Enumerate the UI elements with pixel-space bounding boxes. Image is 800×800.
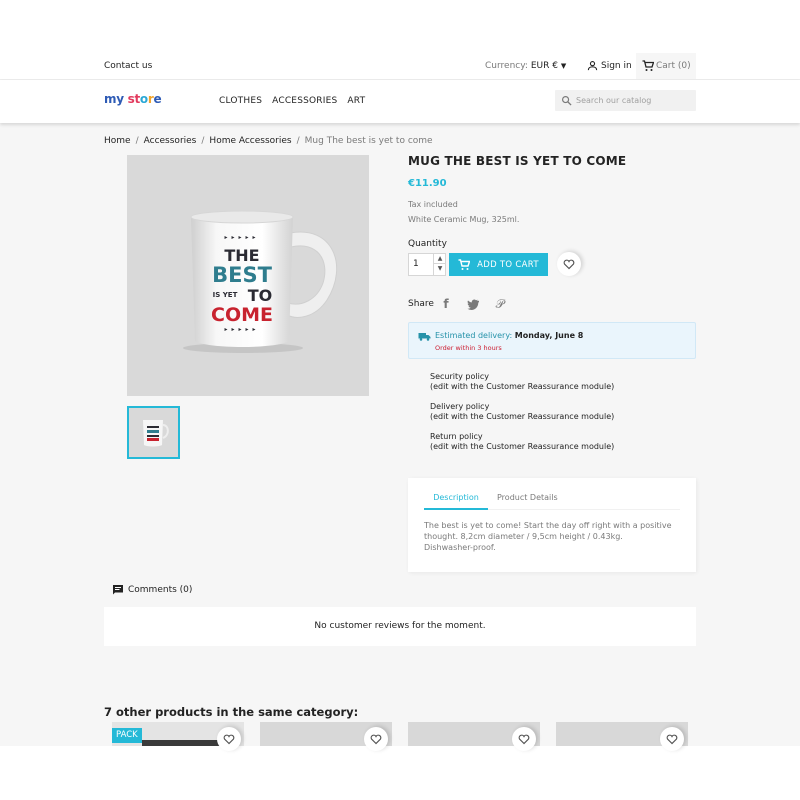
pinterest-share-button[interactable]: 𝒫	[489, 293, 511, 315]
share-label: Share	[408, 299, 434, 309]
cart-link[interactable]: Cart (0)	[636, 53, 696, 79]
tab-description[interactable]: Description	[424, 493, 488, 510]
mug-illustration: ▸▸▸▸▸ THE BEST IS YET TO COME ▸▸▸▸▸	[183, 210, 338, 353]
currency-label: Currency:	[485, 61, 528, 71]
reassurance-security-sub: (edit with the Customer Reassurance modu…	[430, 382, 615, 391]
wishlist-button[interactable]	[217, 727, 241, 751]
caret-down-icon: ▼	[560, 62, 567, 70]
quantity-arrows: ▲ ▼	[433, 254, 446, 275]
chevron-up-icon[interactable]: ▲	[434, 254, 446, 264]
product-price: €11.90	[408, 178, 447, 189]
mug-text-is-yet: IS YET	[213, 291, 238, 299]
product-tabs: Description Product Details The best is …	[408, 478, 696, 572]
delivery-date: Monday, June 8	[514, 331, 584, 340]
shopping-cart-icon	[642, 60, 654, 71]
mug-text-best: BEST	[212, 263, 272, 287]
mug-text-to: TO	[248, 286, 273, 305]
svg-text:▸▸▸▸▸: ▸▸▸▸▸	[224, 234, 259, 241]
breadcrumb-home[interactable]: Home	[104, 136, 131, 146]
mug-thumbnail-icon	[143, 420, 169, 447]
pinterest-icon: 𝒫	[495, 296, 505, 311]
quantity-label: Quantity	[408, 239, 447, 249]
reassurance-delivery-sub: (edit with the Customer Reassurance modu…	[430, 412, 615, 421]
reassurance-delivery-title: Delivery policy	[430, 402, 490, 411]
comments-header: Comments (0)	[112, 584, 192, 596]
related-product-card[interactable]	[408, 722, 540, 751]
nav-art[interactable]: ART	[347, 96, 365, 106]
main-nav: CLOTHES ACCESSORIES ART	[219, 96, 365, 106]
currency-value: EUR €	[530, 61, 558, 71]
nav-accessories[interactable]: ACCESSORIES	[272, 96, 337, 106]
nav-clothes[interactable]: CLOTHES	[219, 96, 262, 106]
related-product-card[interactable]: PACK	[112, 722, 244, 751]
mug-text-come: COME	[211, 304, 273, 326]
reassurance-return-title: Return policy	[430, 432, 483, 441]
sign-in-label: Sign in	[601, 60, 632, 71]
reassurance-delivery: Delivery policy (edit with the Customer …	[430, 402, 614, 422]
reassurance-security-title: Security policy	[430, 372, 489, 381]
tab-product-details[interactable]: Product Details	[497, 493, 558, 502]
reviews-box: No customer reviews for the moment.	[104, 607, 696, 646]
user-icon	[587, 61, 598, 71]
product-image-placeholder	[142, 740, 220, 746]
estimated-delivery-box: Estimated delivery: Monday, June 8 Order…	[408, 322, 696, 359]
heart-icon	[370, 734, 382, 745]
product-title: MUG THE BEST IS YET TO COME	[408, 154, 627, 168]
reassurance-security: Security policy (edit with the Customer …	[430, 372, 614, 392]
heart-icon	[518, 734, 530, 745]
delivery-note: Order within 3 hours	[435, 344, 502, 352]
related-product-card[interactable]	[556, 722, 688, 751]
quantity-input[interactable]: 1	[413, 259, 419, 269]
tax-label: Tax included	[408, 200, 458, 209]
delivery-label: Estimated delivery:	[435, 331, 513, 340]
truck-icon	[418, 333, 431, 341]
search-box[interactable]: Search our catalog	[555, 90, 696, 111]
breadcrumb-home-accessories[interactable]: Home Accessories	[209, 136, 291, 146]
breadcrumb-accessories[interactable]: Accessories	[144, 136, 197, 146]
breadcrumb-current: Mug The best is yet to come	[304, 136, 433, 146]
product-short-description: White Ceramic Mug, 325ml.	[408, 215, 520, 224]
page: Contact us Currency: EUR € ▼ Sign in Car…	[0, 0, 800, 800]
heart-icon	[563, 259, 575, 270]
shopping-cart-icon	[458, 258, 471, 270]
main-background	[0, 123, 800, 746]
reassurance-return: Return policy (edit with the Customer Re…	[430, 432, 614, 452]
product-cover-image[interactable]: ▸▸▸▸▸ THE BEST IS YET TO COME ▸▸▸▸▸	[127, 155, 369, 396]
breadcrumb: Home / Accessories / Home Accessories / Mug…	[104, 136, 433, 146]
add-to-cart-label: ADD TO CART	[477, 259, 539, 270]
comments-title: Comments (0)	[128, 585, 193, 595]
pack-badge: PACK	[112, 728, 142, 743]
related-product-card[interactable]	[260, 722, 392, 751]
heart-icon	[223, 734, 235, 745]
currency-selector[interactable]: Currency: EUR € ▼	[485, 61, 566, 71]
quantity-stepper[interactable]: 1 ▲ ▼	[408, 253, 446, 276]
wishlist-button[interactable]	[557, 252, 581, 276]
related-products-title: 7 other products in the same category:	[104, 705, 359, 719]
wishlist-button[interactable]	[660, 727, 684, 751]
heart-icon	[666, 734, 678, 745]
search-input[interactable]: Search our catalog	[576, 96, 651, 105]
facebook-share-button[interactable]: f	[435, 293, 457, 315]
wishlist-button[interactable]	[364, 727, 388, 751]
comment-icon	[113, 585, 123, 595]
product-thumbnail[interactable]	[127, 406, 180, 459]
wishlist-button[interactable]	[512, 727, 536, 751]
twitter-share-button[interactable]	[462, 293, 484, 315]
store-logo[interactable]: my store	[104, 92, 162, 106]
no-reviews-text: No customer reviews for the moment.	[314, 621, 486, 631]
facebook-icon: f	[443, 297, 449, 311]
chevron-down-icon[interactable]: ▼	[434, 264, 446, 274]
search-icon	[562, 96, 572, 106]
add-to-cart-button[interactable]: ADD TO CART	[449, 253, 548, 276]
reassurance-return-sub: (edit with the Customer Reassurance modu…	[430, 442, 615, 451]
cart-label: Cart (0)	[656, 61, 691, 71]
twitter-icon	[467, 299, 479, 310]
contact-us-link[interactable]: Contact us	[104, 61, 152, 71]
sign-in-link[interactable]: Sign in	[587, 60, 632, 71]
description-text: The best is yet to come! Start the day o…	[424, 521, 672, 552]
svg-text:▸▸▸▸▸: ▸▸▸▸▸	[224, 326, 259, 333]
